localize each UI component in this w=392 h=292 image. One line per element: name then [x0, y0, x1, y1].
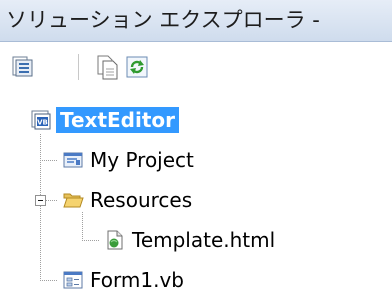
- folder-open-icon: [63, 193, 84, 208]
- refresh-button[interactable]: [124, 54, 150, 80]
- tree-item-template-html[interactable]: Template.html: [104, 224, 275, 256]
- toolbar: [0, 42, 392, 90]
- tree-item-root[interactable]: VB TextEditor: [30, 104, 180, 136]
- tree-item-label: My Project: [90, 148, 194, 172]
- refresh-icon: [126, 56, 148, 78]
- title-bar[interactable]: ソリューション エクスプローラ -: [0, 0, 392, 42]
- solution-tree: VB TextEditor My Project Resources Templ…: [0, 90, 392, 292]
- my-project-icon: [63, 152, 83, 168]
- collapse-toggle-icon[interactable]: [35, 195, 46, 206]
- properties-button[interactable]: [10, 54, 36, 80]
- tree-item-my-project[interactable]: My Project: [62, 144, 194, 176]
- show-all-files-icon: [97, 55, 118, 80]
- vb-project-icon: VB: [31, 110, 51, 130]
- show-all-files-button[interactable]: [94, 54, 120, 80]
- tree-item-resources[interactable]: Resources: [62, 184, 192, 216]
- solution-explorer-window: ソリューション エクスプローラ - VB TextEditor My Proje…: [0, 0, 392, 292]
- tree-item-label: TextEditor: [56, 107, 180, 133]
- properties-icon: [12, 56, 33, 77]
- html-file-icon: [107, 230, 123, 250]
- tree-item-label: Form1.vb: [90, 268, 184, 292]
- tree-item-label: Template.html: [132, 228, 276, 252]
- form-icon: [63, 271, 83, 289]
- svg-text:VB: VB: [37, 119, 48, 127]
- tree-item-label: Resources: [90, 188, 193, 212]
- toolbar-separator: [78, 54, 79, 80]
- window-title: ソリューション エクスプローラ -: [6, 8, 320, 32]
- tree-item-form1[interactable]: Form1.vb: [62, 264, 184, 292]
